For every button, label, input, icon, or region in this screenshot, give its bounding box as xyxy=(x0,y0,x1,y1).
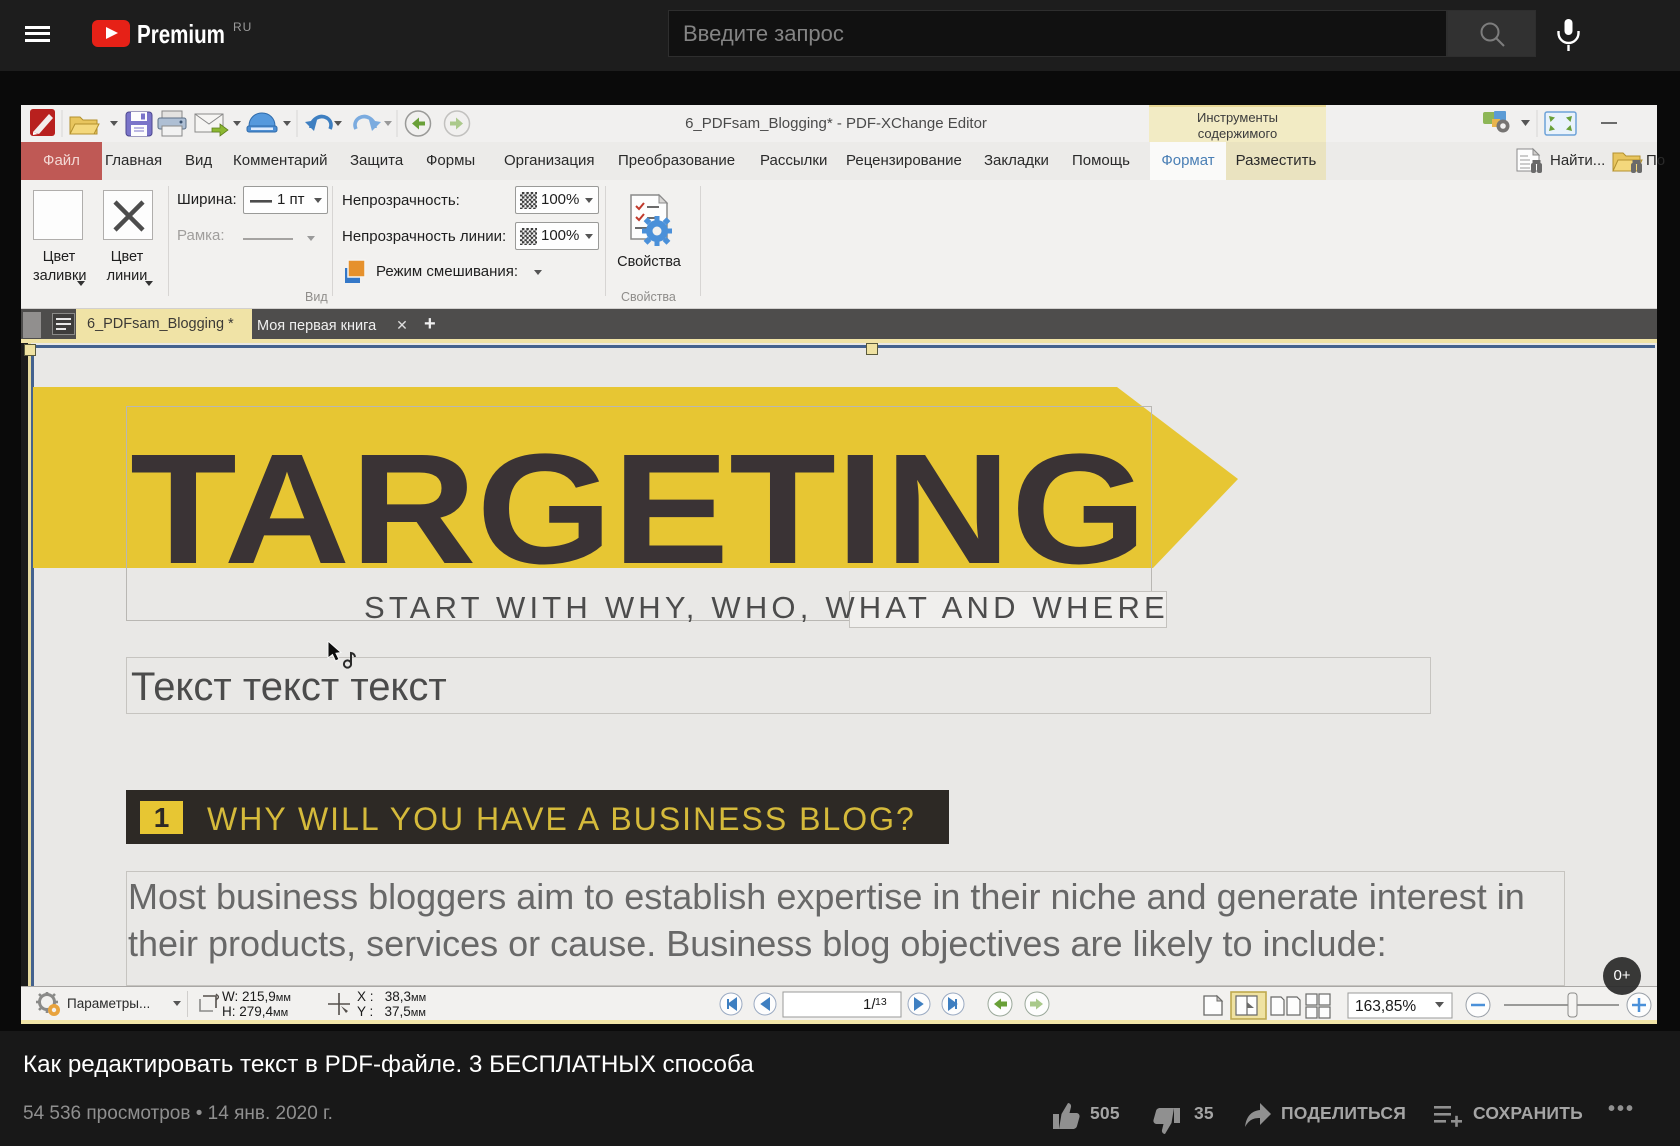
svg-text:13: 13 xyxy=(875,996,887,1008)
svg-text:163,85%: 163,85% xyxy=(1355,998,1416,1015)
